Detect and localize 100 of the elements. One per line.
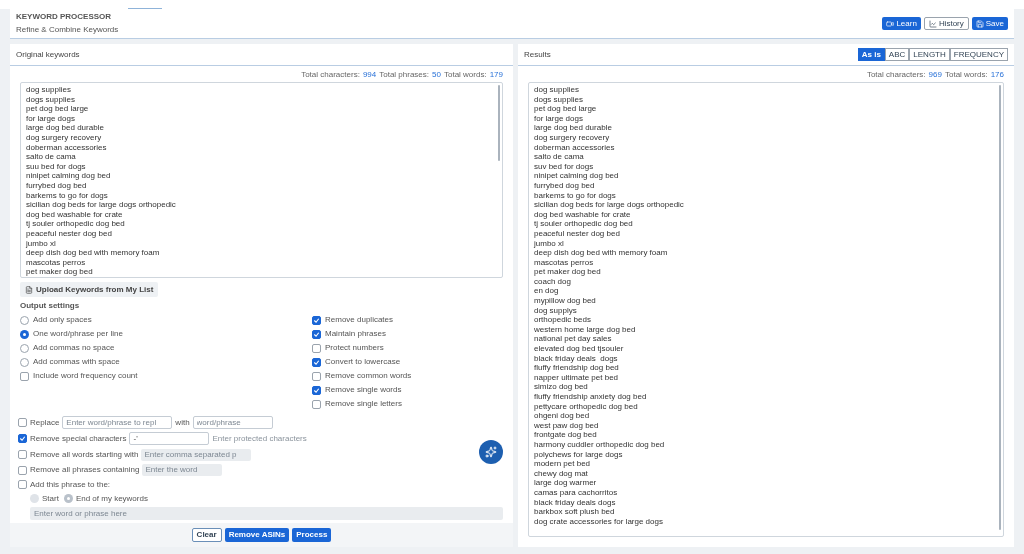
stat-label: Total characters: xyxy=(301,70,360,80)
keyword-line: tj souler orthopedic dog bed xyxy=(26,219,125,229)
radio-button[interactable] xyxy=(20,315,29,325)
option-label: Convert to lowercase xyxy=(325,356,401,368)
sort-tab[interactable]: ABC xyxy=(884,48,910,61)
action-button[interactable]: Process xyxy=(292,528,332,542)
checkbox[interactable] xyxy=(312,315,321,325)
keyword-line: deep dish dog bed with memory foam xyxy=(534,248,668,258)
checkbox[interactable] xyxy=(18,480,27,489)
keyword-line: fluffy friendship anxiety dog bed xyxy=(534,392,647,402)
keyword-line: dogs supplies xyxy=(26,94,75,105)
keyword-line: pet dog bed large xyxy=(534,104,597,114)
option-label: with xyxy=(175,416,190,429)
action-button[interactable]: Clear xyxy=(191,528,222,542)
checkbox[interactable] xyxy=(18,450,27,459)
stat-label: Total words: xyxy=(944,70,988,80)
chart-icon xyxy=(928,19,937,28)
panel-title: Results xyxy=(524,48,551,61)
keyword-line: peaceful nester dog bed xyxy=(26,228,112,239)
keyword-line: ninipet calming dog bed xyxy=(534,171,619,181)
keyword-textarea[interactable] xyxy=(20,82,503,278)
option-label: Add commas with space xyxy=(33,356,120,368)
keyword-line: mascotas perros xyxy=(26,257,86,268)
keyword-line: deep dish dog bed with memory foam xyxy=(26,248,160,258)
sort-tab[interactable]: FREQUENCY xyxy=(949,48,1008,61)
radio-button[interactable] xyxy=(20,357,29,367)
stat-label: Total words: xyxy=(443,70,487,80)
radio-button[interactable] xyxy=(20,329,29,339)
checkbox[interactable] xyxy=(18,465,27,475)
keyword-line: frontgate dog bed xyxy=(534,430,597,440)
checkbox[interactable] xyxy=(312,343,321,353)
keyword-line: pet maker dog bed xyxy=(534,267,601,277)
option-label: Remove duplicates xyxy=(325,314,394,326)
keyword-line: black friday deals dogs xyxy=(534,353,618,364)
option-label: Maintain phrases xyxy=(325,328,386,340)
special-characters-field[interactable]: -' xyxy=(129,432,210,445)
keyword-line: doberman accessories xyxy=(26,142,107,153)
checkbox[interactable] xyxy=(312,329,321,339)
checkbox[interactable] xyxy=(312,371,321,381)
video-icon xyxy=(886,19,895,28)
keyword-line: dog surgery recovery xyxy=(26,132,102,143)
keyword-line: national pet day sales xyxy=(534,334,612,345)
checkbox[interactable] xyxy=(18,434,27,443)
stat-label: Total phrases: xyxy=(379,70,430,80)
radio-button[interactable] xyxy=(30,494,39,503)
with-field[interactable]: word/phrase xyxy=(192,416,273,429)
option-label: Protect numbers xyxy=(325,342,384,354)
keyword-line: pet maker dog bed xyxy=(26,267,93,277)
keyword-line: sicilian dog beds for large dogs orthopedic xyxy=(534,200,684,210)
radio-button[interactable] xyxy=(20,343,29,353)
checkbox[interactable] xyxy=(20,371,29,381)
hint-text: Enter protected characters xyxy=(212,432,307,445)
option-label: Add this phrase to the: xyxy=(30,478,111,491)
keyword-line: jumbo xl xyxy=(534,238,564,249)
keyword-line: napper ultimate pet bed xyxy=(534,372,619,383)
keyword-line: fluffy friendship dog bed xyxy=(534,363,619,373)
checkbox[interactable] xyxy=(18,418,27,427)
sort-tab[interactable]: As is xyxy=(857,48,885,61)
option-label: Add only spaces xyxy=(33,314,92,326)
keyword-line: sicilian dog beds for large dogs orthopedic xyxy=(26,200,176,210)
keyword-line: elevated dog bed tjsouler xyxy=(534,344,624,354)
radio-button[interactable] xyxy=(63,494,73,503)
stat-label: Total characters: xyxy=(866,70,926,80)
keyword-line: pet dog bed large xyxy=(26,104,89,114)
keyword-line: tj souler orthopedic dog bed xyxy=(534,219,633,229)
section-title: Output settings xyxy=(20,300,81,312)
checkbox[interactable] xyxy=(312,357,321,367)
keyword-line: doberman accessories xyxy=(534,142,615,153)
scrollbar[interactable] xyxy=(999,85,1001,530)
checkbox[interactable] xyxy=(312,399,321,409)
stat-value: 969 xyxy=(928,70,942,80)
keyword-line: large dog bed durable xyxy=(26,123,104,133)
scrollbar[interactable] xyxy=(498,85,500,161)
sparkle-icon xyxy=(485,446,497,458)
action-button[interactable]: Remove ASINs xyxy=(224,528,290,542)
keyword-line: suu bed for dogs xyxy=(26,161,86,172)
upload-button[interactable]: Upload Keywords from My List xyxy=(20,282,159,297)
option-label: Remove special characters xyxy=(30,432,127,445)
keyword-line: western home large dog bed xyxy=(534,324,636,335)
keyword-line: barkems to go for dogs xyxy=(534,190,616,201)
keyword-line: simizo dog bed xyxy=(534,382,588,392)
option-label: Add commas no space xyxy=(33,342,115,354)
keyword-line: jumbo xl xyxy=(26,238,56,249)
keyword-line: dog surgery recovery xyxy=(534,132,610,143)
option-label: Remove single letters xyxy=(325,398,402,410)
option-label: Start xyxy=(42,492,59,505)
option-label: Include word frequency count xyxy=(33,370,138,382)
app-subtitle: Refine & Combine Keywords xyxy=(16,24,119,36)
replace-field[interactable]: Enter word/phrase to repl xyxy=(62,416,173,429)
header-button[interactable]: Learn xyxy=(882,17,921,30)
header-button[interactable]: History xyxy=(923,17,969,30)
option-label: End of my keywords xyxy=(75,492,148,505)
keyword-line: chewy dog mat xyxy=(534,468,588,479)
option-label: Remove all phrases containing xyxy=(30,464,140,476)
header-button[interactable]: Save xyxy=(971,17,1008,30)
option-label: Replace xyxy=(30,416,60,429)
keyword-line: suv bed for dogs xyxy=(534,161,594,172)
keyword-line: dog bed washable for crate xyxy=(26,209,123,220)
sort-tab[interactable]: LENGTH xyxy=(909,48,950,61)
checkbox[interactable] xyxy=(312,385,321,395)
